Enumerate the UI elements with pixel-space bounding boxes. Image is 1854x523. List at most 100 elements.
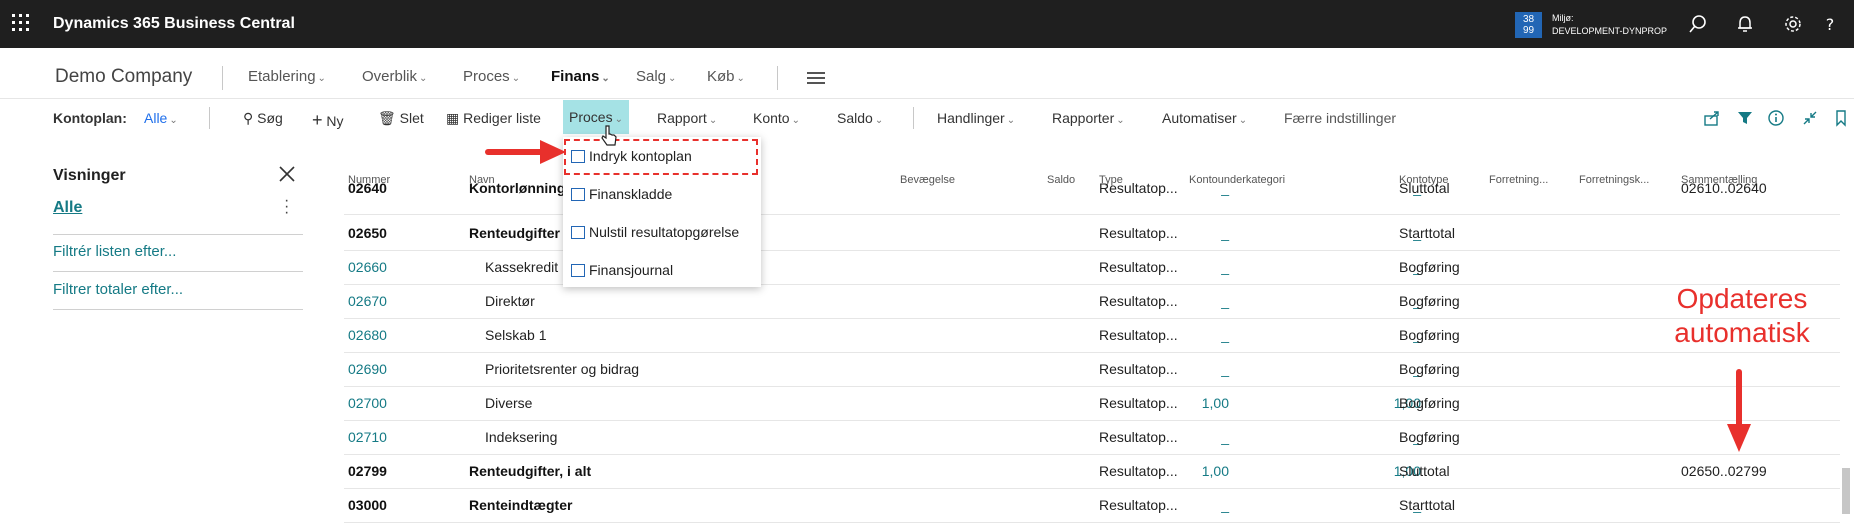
environment-name: DEVELOPMENT-DYNPROP — [1552, 26, 1668, 36]
nav-item-overblik[interactable]: Overblik ⌄ — [362, 68, 427, 85]
company-name[interactable]: Demo Company — [55, 66, 192, 88]
search-icon: ⚲ — [243, 110, 254, 126]
cell-navn: Kassekredit — [485, 259, 559, 275]
saldo-menu-button[interactable]: Saldo ⌄ — [837, 110, 883, 126]
table-row[interactable]: 02680 Selskab 1 _ _ Resultatop... Bogføring — [344, 318, 1840, 353]
nav-divider — [222, 66, 223, 90]
cell-type: Resultatop... — [1099, 497, 1178, 513]
nav-item-label: Etablering — [248, 68, 316, 85]
cell-sum: 02650..02799 — [1681, 463, 1767, 479]
cell-kontotype: Starttotal — [1399, 225, 1456, 241]
cell-kontotype: Sluttotal — [1399, 463, 1450, 479]
cell-bev: 1,00 — [1201, 395, 1229, 411]
cell-navn: Renteudgifter, i alt — [469, 463, 592, 479]
menu-icon[interactable] — [807, 72, 825, 85]
proces-menu-label: Proces — [569, 109, 613, 125]
faerre-indstillinger-button[interactable]: Færre indstillinger — [1284, 110, 1396, 126]
info-icon[interactable] — [1767, 109, 1785, 127]
cell-nummer[interactable]: 02680 — [348, 327, 387, 343]
filter-totals-link[interactable]: Filtrer totaler efter... — [53, 281, 183, 298]
cell-navn: Direktør — [485, 293, 535, 309]
gear-icon[interactable] — [1783, 14, 1803, 34]
view-all[interactable]: Alle — [53, 199, 82, 217]
collapse-icon[interactable] — [1801, 109, 1819, 127]
cell-type: Resultatop... — [1099, 180, 1178, 196]
cell-navn: Renteindtægter — [469, 497, 573, 513]
nav-item-etablering[interactable]: Etablering ⌄ — [248, 68, 326, 85]
environment-badge-top: 38 — [1522, 14, 1535, 25]
new-button[interactable]: + Ny — [312, 110, 344, 131]
cell-navn: Kontorlønning — [469, 180, 566, 196]
cell-type: Resultatop... — [1099, 259, 1178, 275]
search-icon[interactable] — [1688, 14, 1708, 34]
close-icon[interactable] — [277, 164, 297, 184]
cell-nummer[interactable]: 02710 — [348, 429, 387, 445]
chevron-down-icon: ⌄ — [601, 73, 610, 84]
bookmark-icon[interactable] — [1832, 109, 1850, 127]
chevron-down-icon: ⌄ — [511, 73, 521, 84]
cell-kontotype: Bogføring — [1399, 327, 1460, 343]
cell-nummer[interactable]: 02660 — [348, 259, 387, 275]
nav-item-finans[interactable]: Finans ⌄ — [551, 68, 610, 85]
filter-list-link[interactable]: Filtrér listen efter... — [53, 243, 176, 260]
cell-nummer[interactable]: 02670 — [348, 293, 387, 309]
table-row[interactable]: 02710 Indeksering _ _ Resultatop... Bogføring — [344, 420, 1840, 455]
kontoplan-filter[interactable]: Alle ⌄ — [144, 110, 178, 126]
cell-nummer[interactable]: 02799 — [348, 463, 387, 479]
table-row[interactable]: 02700 Diverse 1,00 1,00 Resultatop... Bogføri… — [344, 386, 1840, 421]
nav-item-proces[interactable]: Proces ⌄ — [463, 68, 520, 85]
table-row[interactable]: 02690 Prioritetsrenter og bidrag _ _ Resulta… — [344, 352, 1840, 387]
automatiser-menu-button[interactable]: Automatiser ⌄ — [1162, 110, 1247, 126]
search-button[interactable]: ⚲ Søg — [243, 110, 283, 127]
cell-kontotype: Bogføring — [1399, 429, 1460, 445]
cell-kontotype: Bogføring — [1399, 361, 1460, 377]
nav-item-kob[interactable]: Køb ⌄ — [707, 68, 745, 85]
more-options-icon[interactable]: · · · — [284, 193, 289, 221]
pane-divider — [53, 234, 303, 235]
konto-menu-button[interactable]: Konto ⌄ — [753, 110, 800, 126]
app-launcher-icon[interactable] — [12, 14, 30, 32]
cell-nummer[interactable]: 02700 — [348, 395, 387, 411]
delete-button[interactable]: 🗑 Slet — [378, 110, 424, 127]
scrollbar[interactable] — [1842, 468, 1850, 514]
menu-item-finanskladde[interactable]: Finanskladde — [571, 186, 672, 202]
chevron-down-icon: ⌄ — [1006, 115, 1016, 126]
handlinger-menu-button[interactable]: Handlinger ⌄ — [937, 110, 1015, 126]
cell-nummer[interactable]: 02690 — [348, 361, 387, 377]
rapport-menu-button[interactable]: Rapport ⌄ — [657, 110, 717, 126]
konto-menu-label: Konto — [753, 110, 790, 126]
rapporter-menu-button[interactable]: Rapporter ⌄ — [1052, 110, 1125, 126]
chevron-down-icon: ⌄ — [791, 115, 800, 126]
journal-icon — [571, 188, 585, 201]
edit-list-button[interactable]: ▦ Rediger liste — [446, 110, 541, 127]
table-row[interactable]: 02670 Direktør _ _ Resultatop... Bogføring — [344, 284, 1840, 319]
new-button-label: Ny — [326, 113, 344, 129]
environment-label-text: Miljø: — [1552, 13, 1574, 23]
chevron-down-icon: ⌄ — [668, 73, 677, 84]
cell-kontotype: Bogføring — [1399, 259, 1460, 275]
nav-item-salg[interactable]: Salg ⌄ — [636, 68, 676, 85]
filter-icon[interactable] — [1736, 109, 1754, 127]
cell-bev: _ — [1221, 361, 1229, 377]
environment-badge-bottom: 99 — [1522, 25, 1535, 36]
cell-nummer[interactable]: 02640 — [348, 180, 387, 196]
cell-type: Resultatop... — [1099, 293, 1178, 309]
nav-item-label: Overblik — [362, 68, 418, 85]
table-row[interactable]: 02799 Renteudgifter, i alt 1,00 1,00 Resulta… — [344, 454, 1840, 489]
cell-kontotype: Starttotal — [1399, 497, 1456, 513]
cell-type: Resultatop... — [1099, 395, 1178, 411]
cell-navn: Prioritetsrenter og bidrag — [485, 361, 640, 377]
help-icon[interactable]: ? — [1820, 14, 1840, 34]
menu-item-finansjournal[interactable]: Finansjournal — [571, 262, 673, 278]
cell-nummer[interactable]: 03000 — [348, 497, 387, 513]
menu-item-nulstil[interactable]: Nulstil resultatopgørelse — [571, 224, 739, 240]
cell-bev: _ — [1221, 259, 1229, 275]
bell-icon[interactable] — [1735, 14, 1755, 34]
nav-item-label: Salg — [636, 68, 667, 85]
cell-bev: _ — [1221, 497, 1229, 513]
cell-nummer[interactable]: 02650 — [348, 225, 387, 241]
cell-type: Resultatop... — [1099, 463, 1178, 479]
share-icon[interactable] — [1703, 109, 1721, 127]
plus-icon: + — [312, 110, 323, 130]
cell-type: Resultatop... — [1099, 327, 1178, 343]
